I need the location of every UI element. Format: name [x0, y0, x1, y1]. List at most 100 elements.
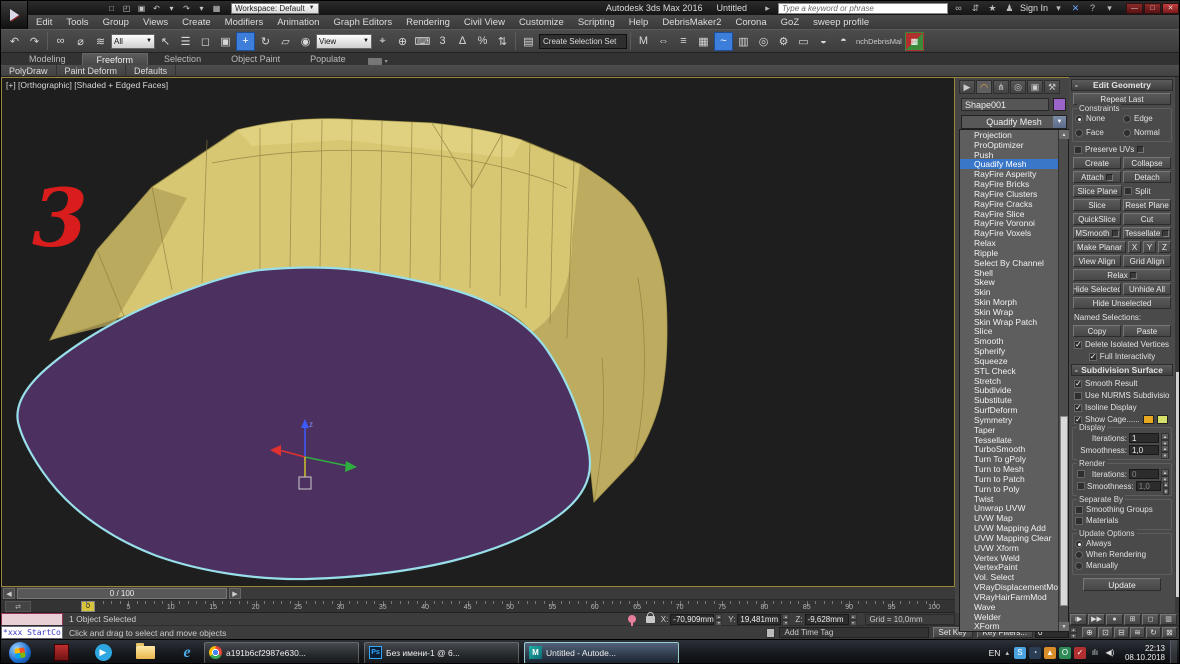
- tab-display[interactable]: ▣: [1027, 80, 1043, 94]
- relax-button[interactable]: Relax: [1073, 269, 1171, 281]
- tray-openvpn-icon[interactable]: O: [1059, 647, 1071, 659]
- taskbar-window-photoshop[interactable]: PsБез имени-1 @ 6...: [364, 642, 519, 664]
- preserve-uvs-checkbox[interactable]: Preserve UVs: [1074, 145, 1170, 154]
- exchange-apps-icon[interactable]: ✕: [1069, 3, 1082, 14]
- modifier-option-substitute[interactable]: Substitute: [960, 395, 1058, 405]
- modifier-option-ripple[interactable]: Ripple: [960, 248, 1058, 258]
- update-manually-radio[interactable]: Manually: [1075, 561, 1169, 570]
- panel-scrollbar[interactable]: [1175, 77, 1180, 613]
- menu-item-sweep-profile[interactable]: sweep profile: [806, 15, 876, 29]
- modifier-option-xform[interactable]: XForm: [960, 621, 1058, 631]
- menu-item-create[interactable]: Create: [175, 15, 218, 29]
- time-configuration-icon[interactable]: ⊞: [1124, 614, 1141, 625]
- layers-anim-icon[interactable]: ▥: [1160, 614, 1177, 625]
- curve-editor-icon[interactable]: ~: [714, 32, 733, 51]
- use-nurms-checkbox[interactable]: Use NURMS Subdivision: [1074, 391, 1170, 400]
- modifier-option-uvw-map[interactable]: UVW Map: [960, 513, 1058, 523]
- modifier-option-surfdeform[interactable]: SurfDeform: [960, 405, 1058, 415]
- tray-clock-icon[interactable]: ◔: [1029, 647, 1041, 659]
- menu-item-tools[interactable]: Tools: [59, 15, 95, 29]
- unlink-selection-icon[interactable]: ⌀: [71, 32, 90, 51]
- next-frame-arrow[interactable]: ▶: [229, 588, 241, 599]
- render-iterations-spinner[interactable]: ▲▼: [1161, 469, 1169, 479]
- keyboard-override-icon[interactable]: ⌨: [413, 32, 432, 51]
- x-coord-spinner[interactable]: ▲▼: [715, 614, 722, 625]
- z-coord-field[interactable]: -9,628mm: [805, 614, 849, 625]
- mirror-icon[interactable]: M: [634, 32, 653, 51]
- close-button[interactable]: ✕: [1162, 3, 1179, 14]
- schematic-view-icon[interactable]: ▥: [734, 32, 753, 51]
- render-iterative-icon[interactable]: ◓: [834, 32, 853, 51]
- modifier-option-vertexpaint[interactable]: VertexPaint: [960, 562, 1058, 572]
- constraint-edge-radio[interactable]: Edge: [1123, 114, 1169, 123]
- view-align-button[interactable]: View Align: [1073, 255, 1121, 267]
- modifier-option-taper[interactable]: Taper: [960, 425, 1058, 435]
- modifier-option-rayfire-asperity[interactable]: RayFire Asperity: [960, 169, 1058, 179]
- constraint-normal-radio[interactable]: Normal: [1123, 128, 1169, 137]
- tray-update-icon[interactable]: ▲: [1044, 647, 1056, 659]
- show-desktop-button[interactable]: [1170, 640, 1177, 664]
- pinned-internet-explorer[interactable]: e: [175, 642, 199, 664]
- modifier-option-push[interactable]: Push: [960, 150, 1058, 160]
- unhide-all-button[interactable]: Unhide All: [1123, 283, 1171, 295]
- scroll-thumb[interactable]: [1060, 416, 1068, 606]
- bind-to-space-warp-icon[interactable]: ≋: [91, 32, 110, 51]
- ribbon-tab-populate[interactable]: Populate: [296, 53, 360, 65]
- tray-skype-icon[interactable]: S: [1014, 647, 1026, 659]
- pinned-telegram[interactable]: ▶: [91, 642, 115, 664]
- attach-button[interactable]: Attach: [1073, 171, 1121, 183]
- paste-button[interactable]: Paste: [1123, 325, 1171, 337]
- tab-modify[interactable]: ◠: [976, 80, 992, 94]
- grid-align-button[interactable]: Grid Align: [1123, 255, 1171, 267]
- modifier-option-turn-to-mesh[interactable]: Turn to Mesh: [960, 464, 1058, 474]
- select-and-manipulate-icon[interactable]: ⊕: [393, 32, 412, 51]
- modifier-option-wave[interactable]: Wave: [960, 602, 1058, 612]
- select-by-name-icon[interactable]: ☰: [176, 32, 195, 51]
- menu-item-graph-editors[interactable]: Graph Editors: [326, 15, 399, 29]
- display-smoothness-spinner[interactable]: ▲▼: [1161, 445, 1169, 455]
- modifier-option-rayfire-voxels[interactable]: RayFire Voxels: [960, 228, 1058, 238]
- smooth-result-checkbox[interactable]: Smooth Result: [1074, 379, 1170, 388]
- modifier-option-skin[interactable]: Skin: [960, 287, 1058, 297]
- angle-snap-icon[interactable]: ∆: [453, 32, 472, 51]
- tessellate-button[interactable]: Tessellate: [1123, 227, 1171, 239]
- 3dsmax-logo[interactable]: [1, 1, 28, 29]
- tab-utilities[interactable]: ⚒: [1044, 80, 1060, 94]
- signin-chevron-icon[interactable]: ▾: [1052, 3, 1065, 14]
- combo-dropdown-icon[interactable]: ▼: [1053, 116, 1066, 128]
- tab-create[interactable]: ▶: [959, 80, 975, 94]
- launch-debrismaker-button[interactable]: nchDebrisMal: [856, 37, 902, 46]
- reset-plane-button[interactable]: Reset Plane: [1123, 199, 1171, 211]
- modifier-option-rayfire-clusters[interactable]: RayFire Clusters: [960, 189, 1058, 199]
- modifier-option-rayfire-bricks[interactable]: RayFire Bricks: [960, 179, 1058, 189]
- scroll-down-icon[interactable]: ▼: [1059, 622, 1069, 631]
- modifier-option-stretch[interactable]: Stretch: [960, 376, 1058, 386]
- modifier-option-turn-to-patch[interactable]: Turn to Patch: [960, 474, 1058, 484]
- render-smoothness-checkbox[interactable]: [1077, 482, 1085, 490]
- menu-item-edit[interactable]: Edit: [29, 15, 59, 29]
- preserve-uvs-settings-box[interactable]: [1137, 146, 1144, 153]
- constraint-none-radio[interactable]: None: [1075, 114, 1121, 123]
- make-planar-button[interactable]: Make Planar: [1073, 241, 1126, 253]
- menu-item-civil-view[interactable]: Civil View: [457, 15, 512, 29]
- ribbon-tab-object-paint[interactable]: Object Paint: [217, 53, 294, 65]
- modifier-option-prooptimizer[interactable]: ProOptimizer: [960, 140, 1058, 150]
- cut-button[interactable]: Cut: [1123, 213, 1171, 225]
- undo-icon[interactable]: ↶: [150, 3, 163, 14]
- modifier-option-uvw-mapping-add[interactable]: UVW Mapping Add: [960, 523, 1058, 533]
- modifier-option-symmetry[interactable]: Symmetry: [960, 415, 1058, 425]
- align-icon[interactable]: ⇔: [654, 32, 673, 51]
- render-iterations-checkbox[interactable]: [1077, 470, 1085, 478]
- modifier-option-twist[interactable]: Twist: [960, 494, 1058, 504]
- msmooth-button[interactable]: MSmooth: [1073, 227, 1121, 239]
- select-and-scale-icon[interactable]: ▱: [276, 32, 295, 51]
- x-coord-field[interactable]: -70,909mm: [670, 614, 714, 625]
- select-and-place-icon[interactable]: ◉: [296, 32, 315, 51]
- object-color-swatch[interactable]: [1053, 98, 1066, 111]
- isoline-display-checkbox[interactable]: Isoline Display: [1074, 403, 1170, 412]
- menu-item-corona[interactable]: Corona: [728, 15, 773, 29]
- use-pivot-point-icon[interactable]: ⌖: [373, 32, 392, 51]
- update-always-radio[interactable]: Always: [1075, 539, 1169, 548]
- modifier-option-vraydisplacementmod[interactable]: VRayDisplacementMod: [960, 582, 1058, 592]
- update-button[interactable]: Update: [1083, 578, 1161, 591]
